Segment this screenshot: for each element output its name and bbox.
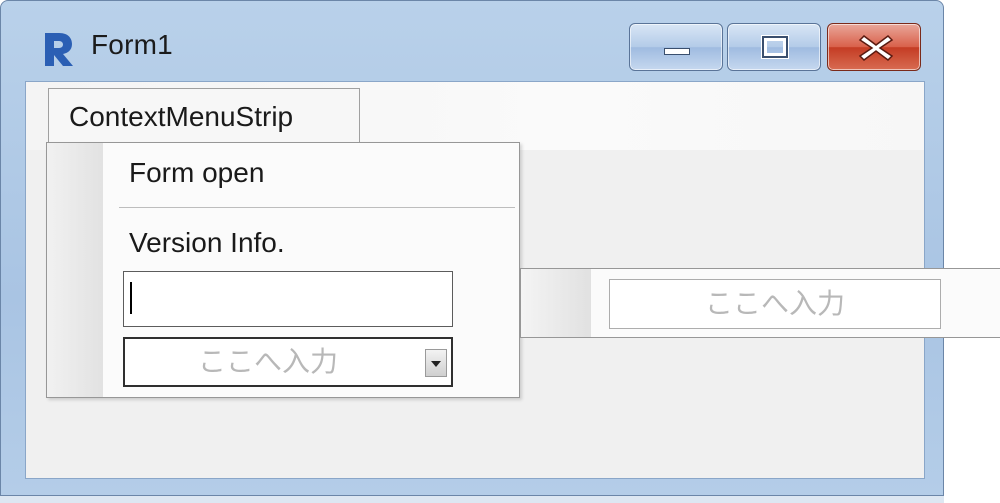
minimize-icon — [664, 48, 690, 55]
chevron-down-icon[interactable] — [425, 349, 447, 377]
menu-item-form-open[interactable]: Form open — [129, 157, 264, 189]
combobox-placeholder: ここへ入力 — [197, 346, 338, 377]
context-menu-dropdown: Form open Version Info. ここへ入力 — [46, 142, 520, 398]
close-icon — [858, 35, 894, 61]
submenu-panel: ここへ入力 — [520, 268, 1000, 338]
menu-combobox[interactable]: ここへ入力 — [123, 337, 453, 387]
window-title: Form1 — [91, 29, 173, 60]
menu-item-contextmenustrip[interactable]: ContextMenuStrip — [48, 88, 360, 146]
submenu-gutter — [521, 269, 591, 337]
menu-textbox[interactable] — [123, 271, 453, 327]
menu-strip: ContextMenuStrip — [26, 82, 924, 150]
maximize-button[interactable] — [727, 23, 821, 71]
title-bar[interactable]: Form1 — [1, 1, 943, 81]
close-button[interactable] — [827, 23, 921, 71]
window-bottom-edge — [0, 496, 944, 503]
minimize-button[interactable] — [629, 23, 723, 71]
submenu-type-here-input[interactable]: ここへ入力 — [609, 279, 941, 329]
text-caret — [130, 282, 132, 314]
maximize-icon — [762, 36, 788, 58]
menu-separator — [119, 207, 515, 208]
app-r-icon — [45, 33, 73, 66]
menu-item-version-info[interactable]: Version Info. — [129, 227, 285, 259]
menu-gutter — [47, 143, 103, 397]
